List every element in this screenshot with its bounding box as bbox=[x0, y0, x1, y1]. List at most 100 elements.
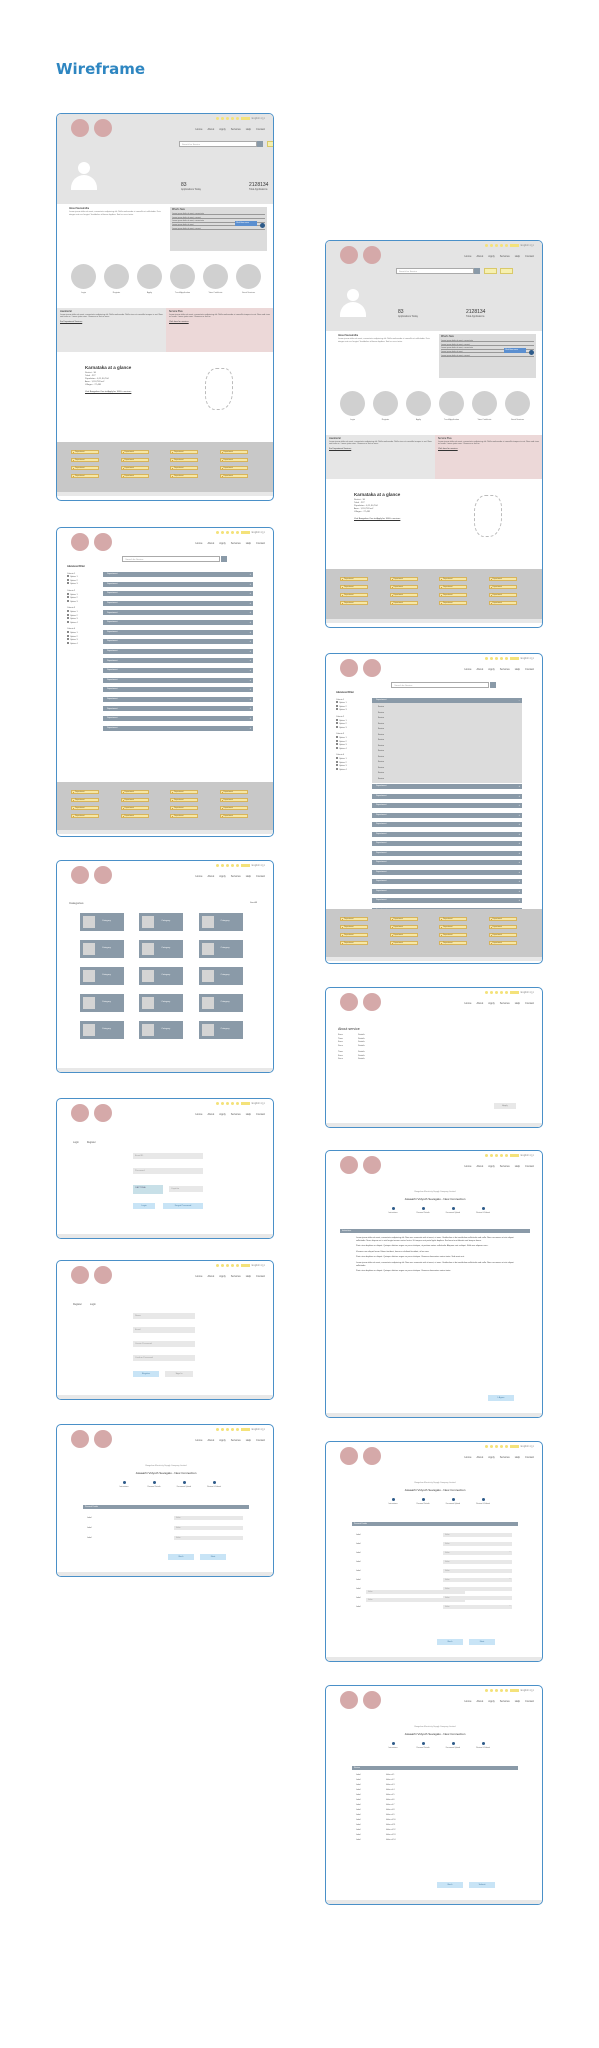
category-tile[interactable]: Category bbox=[198, 994, 243, 1012]
whats-new-bullet-icon[interactable] bbox=[529, 350, 534, 355]
quick-link-circle[interactable] bbox=[170, 264, 195, 289]
nav-item-about[interactable]: About bbox=[476, 1456, 483, 1459]
nav-item-help[interactable]: Help bbox=[515, 1165, 520, 1168]
quick-link-circle[interactable] bbox=[340, 391, 365, 416]
language-text[interactable]: English ಕನ್ನಡ bbox=[521, 1154, 534, 1157]
department-chip[interactable]: Department bbox=[170, 458, 198, 462]
nav-item-home[interactable]: Home bbox=[465, 668, 472, 671]
nav-item-apply[interactable]: Apply bbox=[488, 1456, 495, 1459]
search-icon[interactable] bbox=[489, 682, 496, 688]
nav-item-services[interactable]: Services bbox=[500, 1002, 510, 1005]
language-toggle[interactable] bbox=[509, 1689, 519, 1692]
expand-icon[interactable]: + bbox=[250, 727, 251, 730]
next-button[interactable]: Next bbox=[469, 1639, 495, 1645]
nav-item-contact[interactable]: Contact bbox=[525, 1456, 534, 1459]
department-chip[interactable]: Department bbox=[170, 450, 198, 454]
language-text[interactable]: English ಕನ್ನಡ bbox=[521, 1445, 534, 1448]
login-submit-button[interactable]: Login bbox=[133, 1203, 155, 1209]
nav-item-about[interactable]: About bbox=[476, 1165, 483, 1168]
service-item[interactable]: Service bbox=[378, 712, 384, 714]
department-row[interactable]: Department+ bbox=[372, 860, 522, 865]
accessibility-dot-icon[interactable] bbox=[225, 1428, 229, 1431]
department-row[interactable]: Department+ bbox=[372, 822, 522, 827]
department-row[interactable]: Department+ bbox=[103, 629, 253, 635]
nav-item-about[interactable]: About bbox=[476, 255, 483, 258]
nav-item-apply[interactable]: Apply bbox=[488, 1165, 495, 1168]
expand-icon[interactable]: + bbox=[250, 688, 251, 691]
language-text[interactable]: English ಕನ್ನಡ bbox=[521, 244, 534, 247]
department-row[interactable]: Department+ bbox=[103, 648, 253, 654]
nav-item-contact[interactable]: Contact bbox=[525, 1002, 534, 1005]
expand-icon[interactable]: + bbox=[519, 852, 520, 855]
nav-item-contact[interactable]: Contact bbox=[525, 668, 534, 671]
nav-item-home[interactable]: Home bbox=[465, 1165, 472, 1168]
register-field[interactable]: Create Password bbox=[133, 1341, 195, 1347]
department-chip[interactable]: Department bbox=[170, 806, 198, 810]
accessibility-dot-icon[interactable] bbox=[494, 1689, 498, 1692]
department-row[interactable]: Department+ bbox=[372, 898, 522, 903]
nav-item-about[interactable]: About bbox=[207, 542, 214, 545]
accessibility-dot-icon[interactable] bbox=[220, 864, 224, 867]
department-chip[interactable]: Department bbox=[219, 474, 248, 478]
expand-icon[interactable]: + bbox=[250, 621, 251, 624]
category-tile[interactable]: Category bbox=[198, 1021, 243, 1039]
accessibility-dot-icon[interactable] bbox=[484, 657, 488, 660]
expand-icon[interactable]: + bbox=[250, 602, 251, 605]
accessibility-dot-icon[interactable] bbox=[504, 1689, 508, 1692]
nav-item-home[interactable]: Home bbox=[196, 1275, 203, 1278]
service-item[interactable]: Service bbox=[378, 767, 384, 769]
department-chip[interactable]: Department bbox=[219, 798, 248, 802]
nav-item-contact[interactable]: Contact bbox=[256, 128, 265, 131]
language-toggle[interactable] bbox=[509, 657, 519, 660]
search-icon[interactable] bbox=[220, 556, 227, 562]
accessibility-dot-icon[interactable] bbox=[215, 117, 219, 120]
department-chip[interactable]: Department bbox=[488, 601, 517, 605]
department-row[interactable]: Department+ bbox=[103, 620, 253, 625]
tab-login[interactable]: Login bbox=[73, 1141, 79, 1144]
nav-item-apply[interactable]: Apply bbox=[488, 1700, 495, 1703]
accessibility-dot-icon[interactable] bbox=[494, 657, 498, 660]
expand-icon[interactable]: − bbox=[519, 699, 520, 702]
accessibility-dot-icon[interactable] bbox=[494, 1445, 498, 1448]
accessibility-dot-icon[interactable] bbox=[499, 1689, 503, 1692]
language-text[interactable]: English ಕನ್ನಡ bbox=[521, 657, 534, 660]
department-chip[interactable]: Department bbox=[219, 466, 248, 470]
login-button[interactable] bbox=[267, 141, 273, 147]
department-chip[interactable]: Department bbox=[120, 450, 149, 454]
department-chip[interactable]: Department bbox=[488, 941, 517, 945]
quick-link-circle[interactable] bbox=[505, 391, 530, 416]
category-tile[interactable]: Category bbox=[198, 913, 243, 931]
language-toggle[interactable] bbox=[240, 1264, 250, 1267]
expand-icon[interactable]: + bbox=[519, 871, 520, 874]
accessibility-dot-icon[interactable] bbox=[225, 1264, 229, 1267]
department-chip[interactable]: Department bbox=[439, 601, 467, 605]
department-chip[interactable]: Department bbox=[340, 933, 368, 937]
department-chip[interactable]: Department bbox=[389, 917, 418, 921]
expand-icon[interactable]: + bbox=[519, 899, 520, 902]
accessibility-dot-icon[interactable] bbox=[499, 991, 503, 994]
accessibility-dot-icon[interactable] bbox=[225, 531, 229, 534]
expand-icon[interactable]: + bbox=[519, 880, 520, 883]
department-chip[interactable]: Department bbox=[439, 933, 467, 937]
nav-item-apply[interactable]: Apply bbox=[219, 1439, 226, 1442]
department-chip[interactable]: Department bbox=[439, 941, 467, 945]
accessibility-dot-icon[interactable] bbox=[225, 117, 229, 120]
language-text[interactable]: English ಕನ್ನಡ bbox=[252, 864, 265, 867]
accessibility-dot-icon[interactable] bbox=[230, 117, 234, 120]
accessibility-dot-icon[interactable] bbox=[235, 1264, 239, 1267]
nav-item-apply[interactable]: Apply bbox=[219, 1113, 226, 1116]
accessibility-dot-icon[interactable] bbox=[220, 1102, 224, 1105]
department-row[interactable]: Department+ bbox=[103, 725, 253, 731]
service-item[interactable]: Service bbox=[378, 750, 384, 752]
accessibility-dot-icon[interactable] bbox=[215, 1102, 219, 1105]
expand-icon[interactable]: + bbox=[250, 669, 251, 672]
quick-link-circle[interactable] bbox=[137, 264, 162, 289]
nav-item-apply[interactable]: Apply bbox=[219, 875, 226, 878]
department-row[interactable]: Department+ bbox=[372, 841, 522, 846]
expand-icon[interactable]: + bbox=[519, 842, 520, 845]
department-chip[interactable]: Department bbox=[389, 577, 418, 581]
accessibility-dot-icon[interactable] bbox=[235, 1428, 239, 1431]
language-text[interactable]: English ಕನ್ನಡ bbox=[252, 117, 265, 120]
expand-icon[interactable]: + bbox=[519, 833, 520, 836]
nav-item-home[interactable]: Home bbox=[196, 128, 203, 131]
